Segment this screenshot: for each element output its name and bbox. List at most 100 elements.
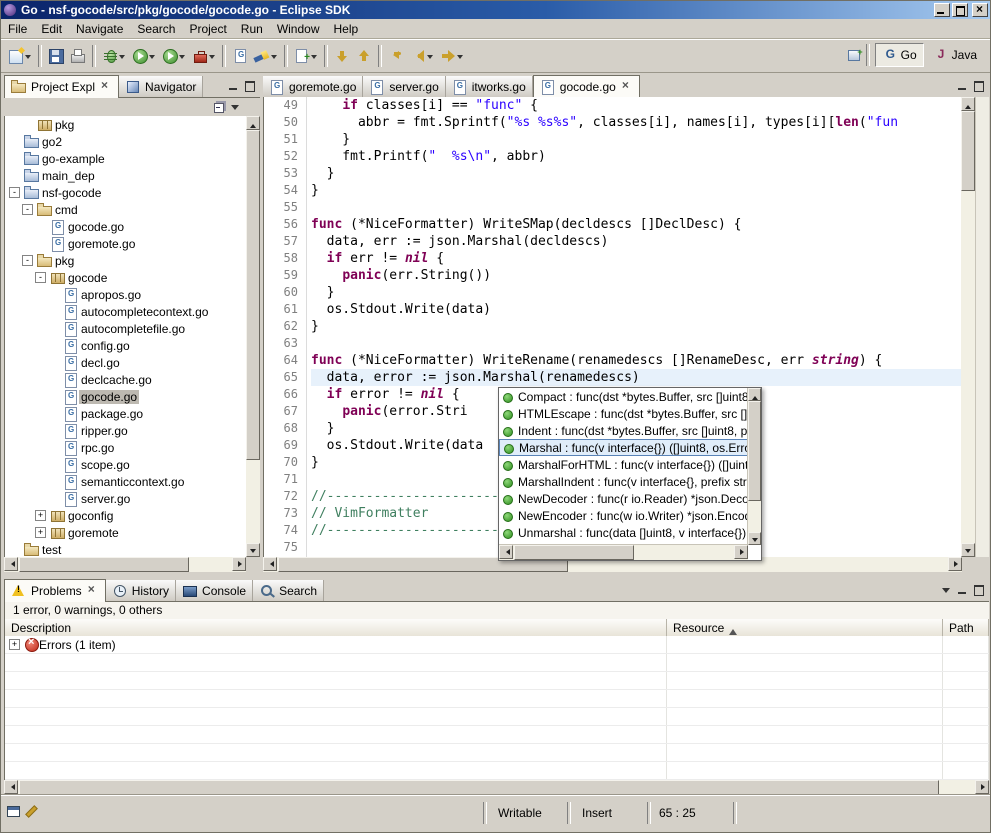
scrollbar-thumb[interactable] <box>748 401 761 501</box>
dropdown-arrow-icon[interactable] <box>310 49 318 63</box>
expander-icon[interactable]: - <box>9 187 20 198</box>
tree-item-test[interactable]: test <box>5 541 246 557</box>
scrollbar-thumb[interactable] <box>19 780 939 795</box>
tree-item-autocompletefile.go[interactable]: autocompletefile.go <box>5 320 246 337</box>
scroll-left-icon[interactable] <box>263 557 277 571</box>
dropdown-arrow-icon[interactable] <box>148 49 156 63</box>
expander-icon[interactable]: + <box>35 527 46 538</box>
column-header-resource[interactable]: Resource <box>667 619 943 637</box>
code-line[interactable]: data, err := json.Marshal(decldescs) <box>311 233 961 250</box>
menu-window[interactable]: Window <box>270 20 327 38</box>
problems-horizontal-scrollbar[interactable] <box>4 780 989 795</box>
tree-item-apropos.go[interactable]: apropos.go <box>5 286 246 303</box>
column-header-description[interactable]: Description <box>5 619 667 637</box>
run-button[interactable] <box>129 43 159 69</box>
scroll-down-icon[interactable] <box>961 543 975 557</box>
expander-icon[interactable]: + <box>9 639 20 650</box>
scroll-left-icon[interactable] <box>4 780 18 794</box>
explorer-vertical-scrollbar[interactable] <box>246 116 260 557</box>
tree-item-goremote.go[interactable]: goremote.go <box>5 235 246 252</box>
editor-tab-goremote.go[interactable]: goremote.go <box>263 76 363 97</box>
tree-item-declcache.go[interactable]: declcache.go <box>5 371 246 388</box>
tree-item-autocompletecontext.go[interactable]: autocompletecontext.go <box>5 303 246 320</box>
dropdown-arrow-icon[interactable] <box>456 49 464 63</box>
tab-project-explorer[interactable]: Project Expl <box>4 75 119 98</box>
autocomplete-item[interactable]: Indent : func(dst *bytes.Buffer, src []u… <box>499 422 748 439</box>
autocomplete-item[interactable]: Unmarshal : func(data []uint8, v interfa… <box>499 524 748 541</box>
print-button[interactable] <box>67 43 89 69</box>
maximize-icon[interactable] <box>971 582 987 598</box>
close-icon[interactable] <box>621 81 633 93</box>
scroll-right-icon[interactable] <box>734 545 748 559</box>
problems-row[interactable]: +Errors (1 item) <box>5 636 989 654</box>
explorer-horizontal-scrollbar[interactable] <box>4 557 246 572</box>
code-line[interactable]: abbr = fmt.Sprintf("%s %s%s", classes[i]… <box>311 114 961 131</box>
code-line[interactable]: } <box>311 131 961 148</box>
code-line[interactable] <box>311 199 961 216</box>
scroll-right-icon[interactable] <box>948 557 962 571</box>
tree-item-rpc.go[interactable]: rpc.go <box>5 439 246 456</box>
code-line[interactable] <box>311 335 961 352</box>
problems-body[interactable]: +Errors (1 item) <box>4 636 989 780</box>
code-line[interactable]: } <box>311 284 961 301</box>
menu-file[interactable]: File <box>1 20 34 38</box>
perspective-java-button[interactable]: Java <box>926 43 984 67</box>
view-menu-icon[interactable] <box>228 99 244 115</box>
dropdown-arrow-icon[interactable] <box>270 49 278 63</box>
new-go-element-button[interactable] <box>291 43 321 69</box>
window-restore-icon[interactable] <box>952 3 968 17</box>
code-line[interactable]: } <box>311 318 961 335</box>
scroll-left-icon[interactable] <box>499 545 513 559</box>
menu-search[interactable]: Search <box>130 20 182 38</box>
close-icon[interactable] <box>100 81 112 93</box>
scroll-up-icon[interactable] <box>246 116 260 130</box>
editor-tab-server.go[interactable]: server.go <box>363 76 445 97</box>
save-button[interactable] <box>45 43 67 69</box>
maximize-icon[interactable] <box>242 78 258 94</box>
tree-item-ripper.go[interactable]: ripper.go <box>5 422 246 439</box>
code-line[interactable]: if classes[i] == "func" { <box>311 97 961 114</box>
scrollbar-thumb[interactable] <box>19 557 189 572</box>
dropdown-arrow-icon[interactable] <box>178 49 186 63</box>
tree-item-decl.go[interactable]: decl.go <box>5 354 246 371</box>
next-annotation-button[interactable] <box>331 43 353 69</box>
tree-item-main_dep[interactable]: main_dep <box>5 167 246 184</box>
code-line[interactable]: panic(err.String()) <box>311 267 961 284</box>
scrollbar-thumb[interactable] <box>961 111 975 191</box>
code-line[interactable]: fmt.Printf(" %s\n", abbr) <box>311 148 961 165</box>
view-menu-icon[interactable] <box>939 582 955 598</box>
editor-vertical-scrollbar[interactable] <box>961 97 975 557</box>
minimize-icon[interactable] <box>955 78 971 94</box>
run-last-button[interactable] <box>159 43 189 69</box>
search-flashlight-button[interactable] <box>251 43 281 69</box>
menu-edit[interactable]: Edit <box>34 20 69 38</box>
tab-history[interactable]: History <box>106 580 176 601</box>
open-perspective-icon[interactable] <box>847 47 863 63</box>
autocomplete-item[interactable]: MarshalForHTML : func(v interface{}) ([]… <box>499 456 748 473</box>
project-tree[interactable]: pkggo2go-examplemain_dep-nsf-gocode-cmdg… <box>4 116 246 557</box>
close-icon[interactable] <box>87 585 99 597</box>
window-close-icon[interactable] <box>972 3 988 17</box>
popup-horizontal-scrollbar[interactable] <box>499 544 748 560</box>
new-wizard-button[interactable] <box>5 43 35 69</box>
scroll-left-icon[interactable] <box>4 557 18 571</box>
minimize-icon[interactable] <box>226 78 242 94</box>
scroll-down-icon[interactable] <box>748 532 761 545</box>
minimize-icon[interactable] <box>955 582 971 598</box>
tree-item-goconfig[interactable]: +goconfig <box>5 507 246 524</box>
autocomplete-item[interactable]: NewDecoder : func(r io.Reader) *json.Dec… <box>499 490 748 507</box>
scroll-down-icon[interactable] <box>246 543 260 557</box>
tree-item-cmd[interactable]: -cmd <box>5 201 246 218</box>
editor-tab-gocode.go[interactable]: gocode.go <box>533 75 640 98</box>
forward-button[interactable] <box>437 43 467 69</box>
autocomplete-item[interactable]: MarshalIndent : func(v interface{}, pref… <box>499 473 748 490</box>
tree-item-scope.go[interactable]: scope.go <box>5 456 246 473</box>
tree-item-go2[interactable]: go2 <box>5 133 246 150</box>
tree-item-pkg[interactable]: -pkg <box>5 252 246 269</box>
maximize-icon[interactable] <box>971 78 987 94</box>
open-go-type-button[interactable] <box>229 43 251 69</box>
dropdown-arrow-icon[interactable] <box>208 49 216 63</box>
scroll-up-icon[interactable] <box>748 388 761 401</box>
dropdown-arrow-icon[interactable] <box>118 49 126 63</box>
dropdown-arrow-icon[interactable] <box>24 49 32 63</box>
